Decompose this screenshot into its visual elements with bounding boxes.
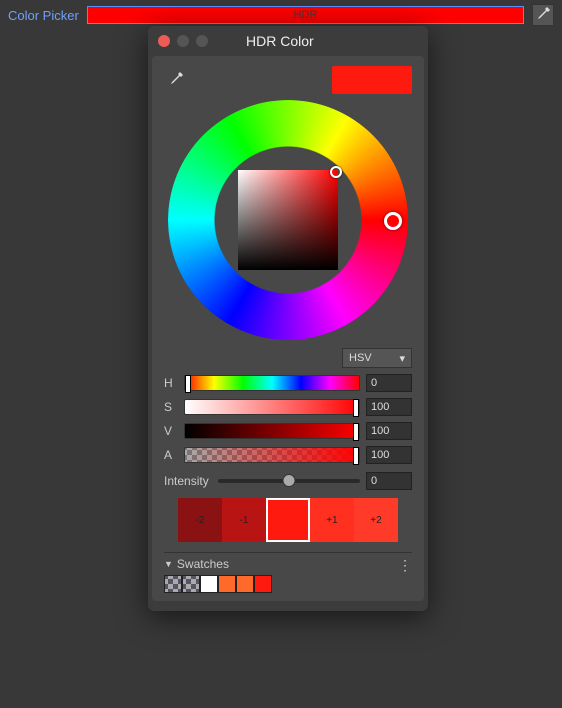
eyedropper-icon — [168, 72, 184, 88]
saturation-slider[interactable] — [184, 399, 360, 415]
hue-marker[interactable] — [384, 212, 402, 230]
minimize-button[interactable] — [177, 35, 189, 47]
color-picker-label: Color Picker — [8, 8, 79, 23]
sv-marker[interactable] — [330, 166, 342, 178]
intensity-slider[interactable] — [218, 479, 360, 483]
alpha-label: A — [164, 448, 178, 462]
hue-label: H — [164, 376, 178, 390]
swatches-menu-icon[interactable]: ⋮ — [398, 557, 412, 574]
swatches-row — [164, 575, 412, 593]
panel-eyedropper[interactable] — [164, 68, 188, 92]
intensity-steps: -2 -1 +1 +2 — [164, 498, 412, 542]
swatch-cell[interactable] — [218, 575, 236, 593]
hue-input[interactable] — [366, 374, 412, 392]
color-field[interactable]: HDR — [87, 6, 524, 24]
swatch-cell[interactable] — [164, 575, 182, 593]
disclosure-icon: ▼ — [164, 559, 173, 569]
saturation-input[interactable] — [366, 398, 412, 416]
color-mode-select[interactable]: HSV ▾ — [342, 348, 412, 368]
sv-box[interactable] — [238, 170, 338, 270]
intensity-label: Intensity — [164, 474, 212, 488]
value-label: V — [164, 424, 178, 438]
value-slider[interactable] — [184, 423, 360, 439]
step-plus-1[interactable]: +1 — [310, 498, 354, 542]
intensity-handle[interactable] — [283, 474, 296, 487]
color-mode-value: HSV — [349, 352, 372, 364]
swatches-header[interactable]: ▼ Swatches — [164, 557, 412, 571]
step-minus-1[interactable]: -1 — [222, 498, 266, 542]
step-plus-2[interactable]: +2 — [354, 498, 398, 542]
hdr-color-panel: HDR Color HSV ▾ H — [148, 26, 428, 611]
swatch-cell[interactable] — [182, 575, 200, 593]
hue-slider[interactable] — [184, 375, 360, 391]
value-input[interactable] — [366, 422, 412, 440]
panel-body: HSV ▾ H S V A — [152, 56, 424, 601]
alpha-slider[interactable] — [184, 447, 360, 463]
eyedropper-icon — [535, 7, 551, 23]
color-field-text: HDR — [293, 9, 317, 21]
intensity-input[interactable] — [366, 472, 412, 490]
swatch-cell[interactable] — [236, 575, 254, 593]
color-wheel-area — [168, 100, 408, 340]
eyedropper-button[interactable] — [532, 4, 554, 26]
saturation-label: S — [164, 400, 178, 414]
swatches-label: Swatches — [177, 557, 229, 571]
step-minus-2[interactable]: -2 — [178, 498, 222, 542]
inspector-topbar: Color Picker HDR — [8, 4, 554, 26]
alpha-input[interactable] — [366, 446, 412, 464]
chevron-down-icon: ▾ — [399, 352, 405, 365]
panel-title: HDR Color — [246, 33, 314, 49]
swatch-cell[interactable] — [254, 575, 272, 593]
panel-titlebar[interactable]: HDR Color — [148, 26, 428, 56]
swatch-cell[interactable] — [200, 575, 218, 593]
zoom-button[interactable] — [196, 35, 208, 47]
close-button[interactable] — [158, 35, 170, 47]
step-current[interactable] — [266, 498, 310, 542]
window-controls — [158, 35, 208, 47]
swatches-section: ▼ Swatches ⋮ — [164, 552, 412, 593]
current-color-swatch[interactable] — [332, 66, 412, 94]
